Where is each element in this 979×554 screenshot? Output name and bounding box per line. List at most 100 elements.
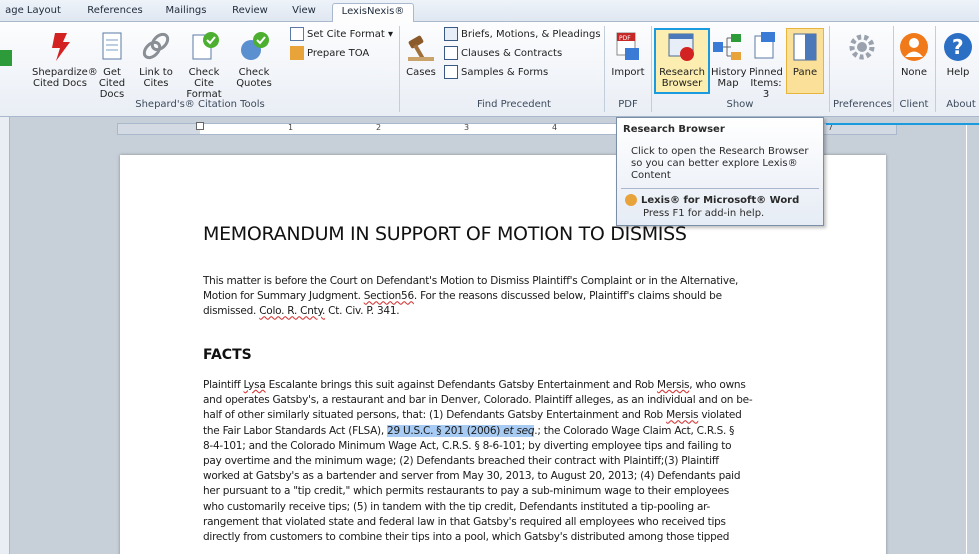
user-icon bbox=[900, 33, 928, 61]
clauses-icon bbox=[444, 46, 458, 60]
check-quotes-button[interactable]: Check Quotes bbox=[232, 24, 276, 89]
svg-text:?: ? bbox=[952, 35, 964, 59]
text-run: Mersis bbox=[666, 409, 699, 422]
history-map-icon bbox=[713, 34, 741, 60]
text-line: the Fair Labor Standards Act (FLSA), 29 … bbox=[203, 424, 801, 439]
tooltip-description: Click to open the Research Browser so yo… bbox=[631, 146, 809, 181]
citation-link[interactable]: Colo. R. Cnty. bbox=[259, 305, 325, 317]
indent-marker[interactable] bbox=[196, 122, 204, 130]
gear-icon bbox=[849, 34, 875, 60]
group-separator bbox=[935, 26, 936, 112]
format-list-icon bbox=[290, 27, 304, 41]
lexis-logo-icon bbox=[625, 194, 637, 206]
chain-link-icon bbox=[142, 32, 170, 60]
tooltip-title: Research Browser bbox=[623, 124, 725, 135]
group-separator bbox=[651, 26, 652, 112]
tab-references[interactable]: References bbox=[82, 3, 148, 22]
tooltip-divider bbox=[621, 188, 819, 189]
set-cite-format-button[interactable]: Set Cite Format ▾ bbox=[290, 26, 393, 43]
table-icon bbox=[290, 46, 304, 60]
shepardize-label: Shepardize® bbox=[32, 67, 98, 78]
history-map-button[interactable]: History Map bbox=[711, 24, 747, 89]
group-separator bbox=[399, 26, 400, 112]
pdf-icon: PDF bbox=[616, 32, 639, 60]
pinned-items-button[interactable]: Pinned Items: 3 bbox=[746, 24, 786, 100]
text-run: half of other similarly situated persons… bbox=[203, 409, 667, 422]
briefs-icon bbox=[444, 27, 458, 41]
check-cite-format-button[interactable]: Check Cite Format bbox=[178, 24, 230, 100]
preferences-group-label: Preferences bbox=[833, 99, 892, 110]
text-run: Motion for Summary Judgment. bbox=[203, 290, 364, 303]
prepare-toa-button[interactable]: Prepare TOA bbox=[290, 45, 369, 62]
client-none-button[interactable]: None bbox=[896, 24, 932, 78]
pane-label: Pane bbox=[792, 67, 818, 78]
ruler-margin-right bbox=[822, 124, 896, 134]
research-browser-label: Research bbox=[659, 67, 705, 78]
pane-icon bbox=[793, 33, 817, 61]
tab-view[interactable]: View bbox=[287, 3, 321, 22]
import-button[interactable]: PDF Import bbox=[608, 24, 648, 78]
pdf-group-label: PDF bbox=[618, 99, 638, 110]
intro-paragraph: This matter is before the Court on Defen… bbox=[203, 274, 801, 320]
ruler-margin-left bbox=[118, 124, 200, 134]
text-line: directly from customers to combine their… bbox=[203, 531, 730, 544]
text-run: Lysa bbox=[243, 379, 266, 391]
tab-page-layout[interactable]: age Layout bbox=[0, 3, 66, 22]
shepards-logo-icon bbox=[52, 33, 70, 61]
text-run: violated bbox=[698, 409, 742, 422]
link-to-cites-button[interactable]: Link to Cites bbox=[136, 24, 176, 89]
briefs-label: Briefs, Motions, & Pleadings bbox=[461, 29, 601, 40]
tooltip-brand: Lexis® for Microsoft® Word bbox=[625, 194, 799, 206]
tab-mailings[interactable]: Mailings bbox=[158, 3, 214, 22]
green-arrow-icon[interactable] bbox=[0, 50, 12, 66]
text-line: and operates Gatsby's, a restaurant and … bbox=[203, 394, 753, 407]
research-browser-tooltip: Research Browser Click to open the Resea… bbox=[616, 117, 824, 226]
ruler-number: 4 bbox=[552, 123, 558, 132]
text-run: Escalante brings this suit against Defen… bbox=[265, 379, 658, 391]
clauses-button[interactable]: Clauses & Contracts bbox=[444, 45, 562, 62]
ruler-number: 1 bbox=[288, 123, 294, 132]
briefs-button[interactable]: Briefs, Motions, & Pleadings bbox=[444, 26, 601, 43]
text-line: half of other similarly situated persons… bbox=[203, 408, 801, 423]
link-to-label-2: Cites bbox=[143, 78, 169, 89]
citation-link[interactable]: Section56 bbox=[364, 290, 414, 302]
about-group-label: About bbox=[946, 99, 976, 110]
tooltip-brand-label: Lexis® for Microsoft® Word bbox=[641, 195, 800, 206]
history-map-label: History bbox=[711, 67, 747, 78]
client-none-label: None bbox=[900, 67, 928, 78]
text-run: et seq bbox=[503, 424, 535, 437]
pane-button[interactable]: Pane bbox=[786, 24, 824, 78]
samples-button[interactable]: Samples & Forms bbox=[444, 64, 548, 81]
gavel-icon bbox=[408, 35, 434, 61]
link-to-label: Link to bbox=[139, 67, 173, 78]
text-line: 8-4-101; and the Colorado Minimum Wage A… bbox=[203, 439, 732, 452]
text-line: worked at Gatsby's as a bartender and se… bbox=[203, 470, 741, 483]
text-line: This matter is before the Court on Defen… bbox=[203, 275, 739, 287]
help-button[interactable]: ? Help bbox=[940, 24, 976, 78]
facts-paragraph: Plaintiff Lysa Escalante brings this sui… bbox=[203, 378, 801, 545]
preferences-button[interactable] bbox=[833, 24, 891, 67]
text-run: .; the Colorado Wage Claim Act, C.R.S. § bbox=[534, 424, 735, 437]
text-line: her pursuant to a "tip credit," which pe… bbox=[203, 485, 729, 498]
text-run: dismissed. bbox=[203, 305, 260, 318]
clauses-label: Clauses & Contracts bbox=[461, 48, 563, 59]
selected-citation[interactable]: 29 U.S.C. § 201 (2006) et seq bbox=[387, 424, 535, 437]
get-cited-docs-button[interactable]: Get Cited Docs bbox=[90, 24, 134, 100]
tab-review[interactable]: Review bbox=[226, 3, 274, 22]
vertical-ruler-strip bbox=[0, 117, 10, 554]
shepardize-button[interactable]: Shepardize® Cited Docs bbox=[32, 24, 98, 89]
cases-button[interactable]: Cases bbox=[404, 24, 438, 78]
check-quotes-label: Check bbox=[238, 67, 270, 78]
show-group-label: Show bbox=[726, 99, 754, 110]
research-browser-button[interactable]: Research Browser bbox=[654, 24, 710, 89]
document-icon bbox=[102, 32, 122, 60]
ribbon: Shepardize® Cited Docs Get Cited Docs Link… bbox=[0, 22, 979, 117]
ruler-number: 3 bbox=[464, 123, 470, 132]
tab-lexisnexis[interactable]: LexisNexis® bbox=[332, 3, 414, 23]
pinned-items-label: Pinned bbox=[749, 67, 783, 78]
check-cite-label: Check Cite bbox=[188, 67, 220, 89]
history-map-label-2: Map bbox=[717, 78, 739, 89]
pane-edge bbox=[966, 124, 967, 554]
text-line: Motion for Summary Judgment. Section56. … bbox=[203, 289, 801, 304]
chevron-down-icon: ▾ bbox=[388, 29, 394, 40]
